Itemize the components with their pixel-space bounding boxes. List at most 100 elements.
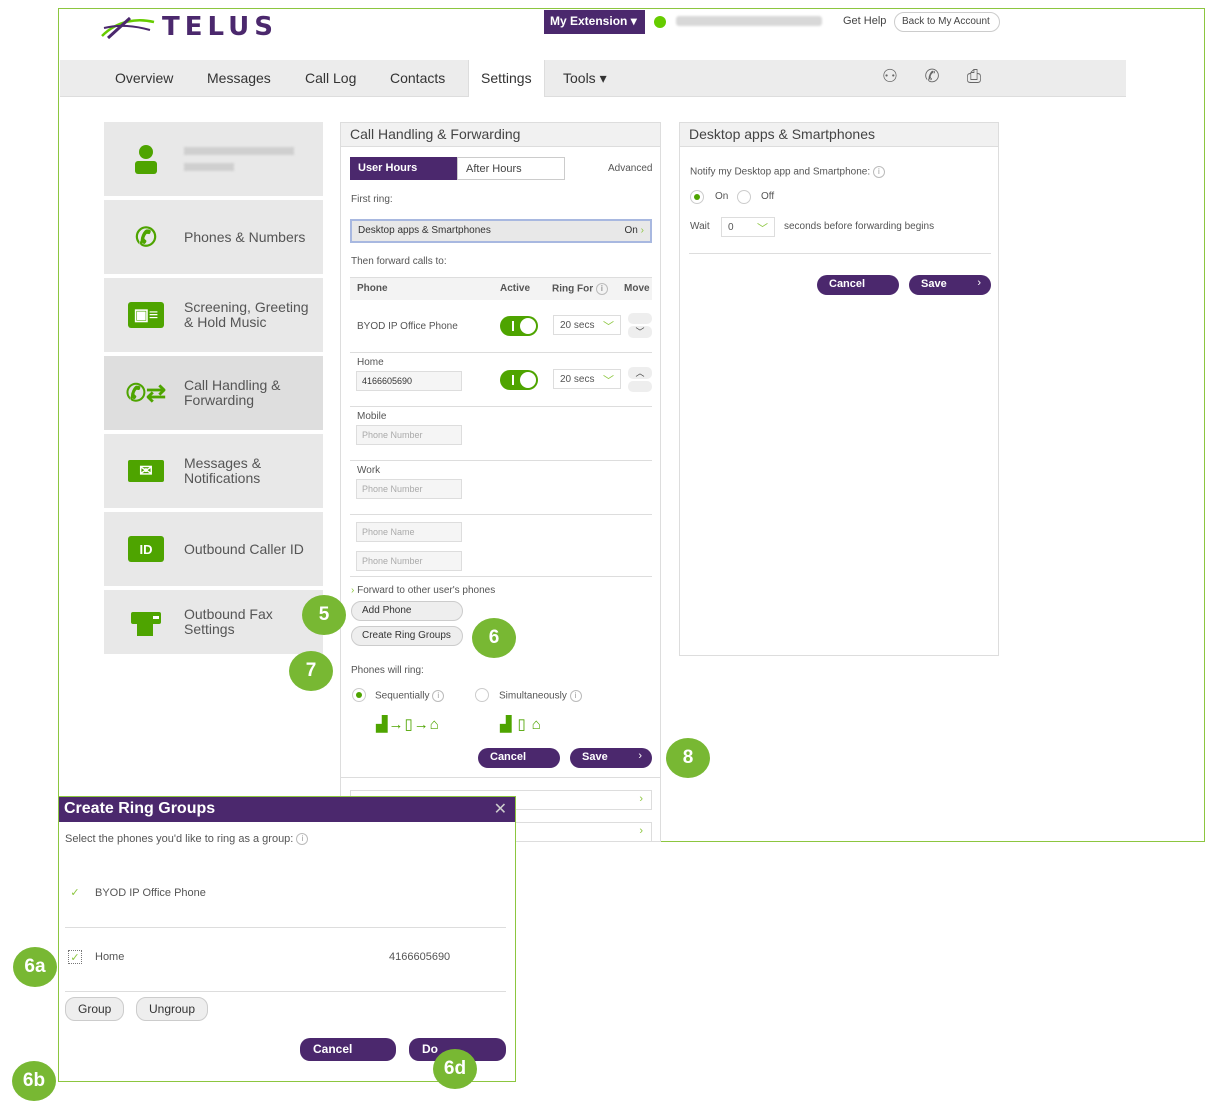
back-to-account-button[interactable]: Back to My Account xyxy=(894,12,1000,32)
get-help-link[interactable]: Get Help xyxy=(843,15,886,27)
chevron-right-icon: › xyxy=(351,585,355,596)
telus-logo: TELUS xyxy=(100,12,278,42)
move-up-button[interactable]: ︿ xyxy=(628,367,652,379)
info-icon[interactable]: i xyxy=(595,283,608,295)
home-ring-select[interactable]: 20 secs ﹀ xyxy=(553,369,621,389)
col-ring-for: Ring For i xyxy=(552,283,608,295)
simultaneously-radio[interactable] xyxy=(475,688,489,702)
brand-name: TELUS xyxy=(162,12,278,42)
home-checkbox[interactable]: ✓ xyxy=(68,950,82,964)
chevron-right-icon: › xyxy=(638,750,642,762)
tab-after-hours[interactable]: After Hours xyxy=(457,157,565,180)
first-ring-label: First ring: xyxy=(351,194,393,205)
sidebar-item-label: Outbound Fax Settings xyxy=(184,606,273,637)
desktop-save-button[interactable]: Save › xyxy=(909,275,991,295)
contact-card-icon: ▣≡ xyxy=(128,302,164,328)
col-active: Active xyxy=(500,283,531,294)
save-label: Save xyxy=(921,278,947,290)
first-ring-value: Desktop apps & Smartphones xyxy=(358,225,491,236)
add-phone-button[interactable]: Add Phone xyxy=(351,601,463,621)
sidebar-item-phones-numbers[interactable]: ✆ Phones & Numbers xyxy=(104,200,323,276)
redacted-profile-name xyxy=(184,147,294,171)
nav-overview[interactable]: Overview xyxy=(115,70,173,86)
home-label: Home xyxy=(357,357,384,368)
notify-on-radio[interactable] xyxy=(690,190,704,204)
info-icon[interactable]: i xyxy=(432,690,445,702)
tab-user-hours[interactable]: User Hours xyxy=(350,157,457,180)
info-icon[interactable]: i xyxy=(569,690,582,702)
dialog-cancel-button[interactable]: Cancel xyxy=(300,1038,396,1061)
first-ring-state-text: On xyxy=(624,225,638,236)
byod-active-toggle[interactable] xyxy=(500,316,538,336)
info-icon[interactable]: i xyxy=(296,833,309,846)
sidebar-item-screening[interactable]: ▣≡ Screening, Greeting & Hold Music xyxy=(104,278,323,354)
chevron-right-icon: › xyxy=(977,277,981,289)
sidebar-item-profile[interactable] xyxy=(104,122,323,198)
phone-icon[interactable]: ✆ xyxy=(920,66,944,90)
dialog-header: Create Ring Groups ✕ xyxy=(59,797,515,822)
nav-contacts[interactable]: Contacts xyxy=(390,70,445,86)
phones-will-ring-label: Phones will ring: xyxy=(351,665,424,676)
desktop-cancel-button[interactable]: Cancel xyxy=(817,275,899,295)
move-down-button[interactable]: ﹀ xyxy=(628,326,652,338)
my-extension-label: My Extension xyxy=(550,14,628,28)
save-button[interactable]: Save › xyxy=(570,748,652,768)
col-phone: Phone xyxy=(357,283,388,294)
group-button[interactable]: Group xyxy=(65,997,124,1021)
redacted-user-info xyxy=(676,16,822,26)
home-number-field[interactable]: 4166605690 xyxy=(356,371,462,391)
notify-text: Notify my Desktop app and Smartphone: xyxy=(690,166,871,178)
byod-ring-select[interactable]: 20 secs ﹀ xyxy=(553,315,621,335)
move-up-button[interactable] xyxy=(628,313,652,324)
info-icon[interactable]: i xyxy=(872,166,885,178)
nav-messages[interactable]: Messages xyxy=(207,70,271,86)
close-icon[interactable]: ✕ xyxy=(494,799,507,819)
sidebar-item-messages[interactable]: ✉ Messages & Notifications xyxy=(104,434,323,510)
byod-phone-name: BYOD IP Office Phone xyxy=(357,321,458,332)
home-active-toggle[interactable] xyxy=(500,370,538,390)
callout-6b: 6b xyxy=(12,1061,56,1101)
divider xyxy=(350,460,652,461)
divider xyxy=(350,406,652,407)
cancel-button[interactable]: Cancel xyxy=(478,748,560,768)
conference-icon[interactable]: ⚇ xyxy=(878,66,902,90)
home-phone-number: 4166605690 xyxy=(389,951,451,963)
work-number-field[interactable]: Phone Number xyxy=(356,479,462,499)
nav-tools[interactable]: Tools ▾ xyxy=(563,70,607,87)
user-icon xyxy=(128,143,164,175)
callout-7: 7 xyxy=(289,651,333,691)
sidebar-item-caller-id[interactable]: ID Outbound Caller ID xyxy=(104,512,323,588)
forward-other-label: Forward to other user's phones xyxy=(357,585,496,596)
wait-seconds-select[interactable]: 0 ﹀ xyxy=(721,217,775,237)
sidebar-item-fax[interactable]: Outbound Fax Settings xyxy=(104,590,323,656)
dialog-title: Create Ring Groups xyxy=(64,800,216,817)
nav-call-log[interactable]: Call Log xyxy=(305,70,356,86)
forward-other-users-link[interactable]: › Forward to other user's phones xyxy=(351,585,495,596)
create-ring-groups-button[interactable]: Create Ring Groups xyxy=(351,626,463,646)
byod-ring-value: 20 secs xyxy=(560,320,595,331)
telus-swoosh-icon xyxy=(101,16,155,40)
notify-off-radio[interactable] xyxy=(737,190,751,204)
simultaneously-label: Simultaneously i xyxy=(499,690,582,702)
nav-settings[interactable]: Settings xyxy=(468,60,545,97)
mobile-number-field[interactable]: Phone Number xyxy=(356,425,462,445)
first-ring-select[interactable]: Desktop apps & Smartphones On › xyxy=(350,219,652,243)
then-forward-label: Then forward calls to: xyxy=(351,256,447,267)
fax-icon xyxy=(128,606,164,638)
id-badge-icon: ID xyxy=(128,536,164,562)
byod-checkbox[interactable]: ✓ xyxy=(68,886,82,900)
sequentially-label: Sequentially i xyxy=(375,690,445,702)
chevron-down-icon: ﹀ xyxy=(603,375,614,387)
sidebar-item-call-handling[interactable]: ✆⇄ Call Handling & Forwarding xyxy=(104,356,323,432)
my-extension-button[interactable]: My Extension ▾ xyxy=(544,10,645,34)
custom-phone-name-field[interactable]: Phone Name xyxy=(356,522,462,542)
divider xyxy=(350,576,652,577)
advanced-link[interactable]: Advanced xyxy=(608,163,652,174)
sidebar-item-label: Messages & Notifications xyxy=(184,455,262,486)
move-down-button[interactable] xyxy=(628,381,652,392)
desktop-apps-panel: Desktop apps & Smartphones xyxy=(679,122,999,656)
sequentially-radio[interactable] xyxy=(352,688,366,702)
custom-phone-number-field[interactable]: Phone Number xyxy=(356,551,462,571)
ungroup-button[interactable]: Ungroup xyxy=(136,997,208,1021)
fax-icon[interactable]: ⎙ xyxy=(962,66,986,90)
